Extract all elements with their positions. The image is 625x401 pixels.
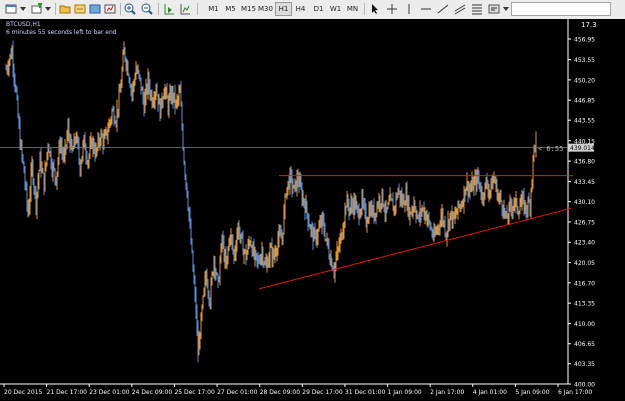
top-right-value: 17.3 [581,21,597,29]
time-tick-label: 5 Jan 09:00 [515,389,549,396]
cursor-icon[interactable] [367,2,382,16]
timeframe-m1-button[interactable]: M1 [205,2,222,16]
new-chart-icon[interactable] [3,2,19,16]
price-tick-label: 420.05 [574,260,595,267]
time-tick-label: 25 Dec 17:00 [174,389,215,396]
fibonacci-icon[interactable] [469,2,484,16]
timeframe-m30-button[interactable]: M30 [257,2,274,16]
symbol-timeframe-label: BTCUSD,H1 [6,21,41,28]
dropdown-arrow-icon[interactable] [502,2,510,16]
trendline-icon[interactable] [435,2,450,16]
timeframe-w1-button[interactable]: W1 [327,2,344,16]
price-tick-label: 410.00 [574,321,595,328]
price-tick-label: 403.35 [574,361,595,368]
timeframe-d1-button[interactable]: D1 [310,2,327,16]
price-tick-label: 446.85 [574,98,595,105]
time-tick-label: 4 Jan 01:00 [473,389,507,396]
time-tick-label: 27 Dec 01:00 [217,389,258,396]
horizontal-line-icon[interactable] [418,2,433,16]
time-tick-label: 29 Dec 17:00 [302,389,343,396]
price-tick-label: 400.00 [574,382,595,389]
price-tick-label: 413.35 [574,301,595,308]
price-tick-label: 406.65 [574,341,595,348]
time-tick-label: 6 Jan 17:00 [558,389,592,396]
add-profile-icon[interactable] [29,2,45,16]
time-tick-label: 20 Dec 2015 [4,389,43,396]
support-trendline[interactable] [258,207,572,290]
time-tick-label: 24 Dec 09:00 [132,389,173,396]
navigator-icon[interactable] [72,2,87,16]
bar-countdown-label: 6 minutes 55 seconds left to bar end [6,29,117,36]
timeframe-mn-button[interactable]: MN [344,2,361,16]
search-input[interactable] [511,2,611,16]
open-folder-icon[interactable] [57,2,72,16]
price-tick-label: 430.10 [574,199,595,206]
price-chart[interactable]: 456.95 453.55 450.20 446.85 443.55 440.15 436.… [0,19,625,401]
price-tick-label: 450.20 [574,77,595,84]
time-tick-label: 28 Dec 09:00 [260,389,301,396]
timeframe-m5-button[interactable]: M5 [222,2,239,16]
time-tick-label: 21 Dec 17:00 [47,389,88,396]
tester-icon[interactable] [102,2,117,16]
dropdown-arrow-icon[interactable] [19,2,27,16]
main-toolbar: M1 M5 M15 M30 H1 H4 D1 W1 MN [0,0,625,20]
timeframe-h4-button[interactable]: H4 [292,2,309,16]
zoom-out-icon[interactable] [139,2,154,16]
timeframe-m15-button[interactable]: M15 [240,2,257,16]
autoscroll-icon[interactable] [177,2,192,16]
price-tick-label: 416.70 [574,280,595,287]
vertical-line-icon[interactable] [401,2,416,16]
zoom-in-icon[interactable] [122,2,137,16]
time-tick-label: 1 Jan 09:00 [388,389,422,396]
dropdown-arrow-icon[interactable] [44,2,52,16]
price-tick-label: 456.95 [574,37,595,44]
time-tick-label: 23 Dec 01:00 [89,389,130,396]
current-price-label: 439.014 [570,145,595,152]
terminal-icon[interactable] [87,2,102,16]
crosshair-icon[interactable] [384,2,399,16]
price-tick-label: 443.55 [574,118,595,125]
text-label-icon[interactable] [486,2,501,16]
time-tick-label: 2 Jan 17:00 [430,389,464,396]
timeframe-h1-button[interactable]: H1 [275,2,292,16]
price-tick-label: 453.55 [574,57,595,64]
time-tick-label: 31 Dec 01:00 [345,389,386,396]
chart-shift-icon[interactable] [161,2,176,16]
candlestick-chart-svg[interactable]: 456.95453.55450.20446.85443.55440.15436.… [0,19,625,401]
price-tick-label: 423.40 [574,240,595,247]
price-countdown-marker: < 6:55 [538,145,564,153]
channel-icon[interactable] [452,2,467,16]
candles-group [5,40,537,363]
price-tick-label: 433.45 [574,179,595,186]
price-tick-label: 426.75 [574,219,595,226]
price-tick-label: 436.80 [574,159,595,166]
